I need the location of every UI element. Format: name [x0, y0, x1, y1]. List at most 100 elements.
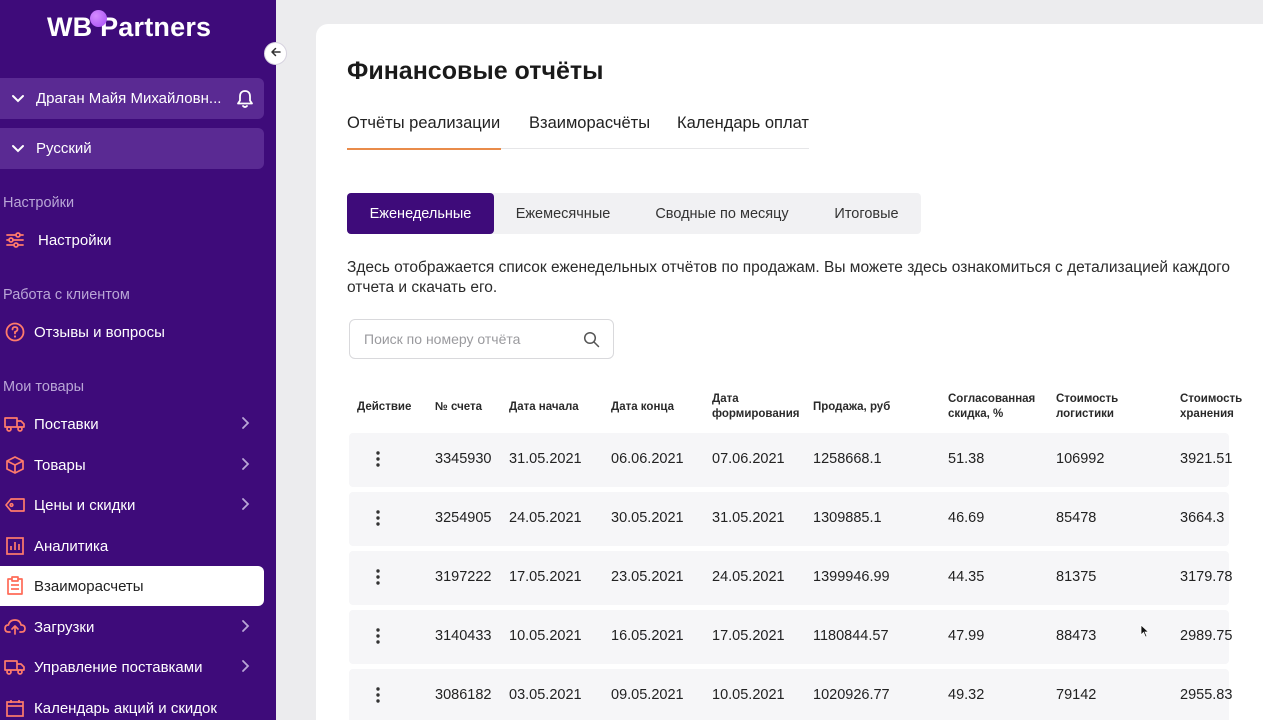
- search-input[interactable]: [350, 320, 580, 358]
- tab-settlements[interactable]: Взаиморасчёты: [529, 114, 650, 149]
- cell-start: 03.05.2021: [509, 687, 582, 703]
- sidebar-item-supplies[interactable]: Поставки: [0, 404, 264, 444]
- column-header: Стоимость логистики: [1056, 393, 1119, 420]
- cell-discount: 51.38: [948, 451, 985, 467]
- cell-created: 07.06.2021: [712, 451, 785, 467]
- table-header: Действие № счета Дата начала Дата конца …: [349, 392, 1249, 426]
- cloud-upload-icon: [4, 616, 26, 638]
- table-row[interactable]: 3345930 31.05.2021 06.06.2021 07.06.2021 125…: [349, 433, 1233, 487]
- chevron-right-icon: [241, 416, 250, 434]
- bar-chart-icon: [4, 535, 26, 557]
- kebab-menu-icon[interactable]: [373, 685, 383, 705]
- sidebar-item-prices[interactable]: Цены и скидки: [0, 485, 264, 525]
- language-selector[interactable]: Русский: [0, 128, 264, 169]
- table-row[interactable]: 3140433 10.05.2021 16.05.2021 17.05.2021 118…: [349, 610, 1232, 664]
- chevron-right-icon: [241, 619, 250, 637]
- cell-sales: 1180844.57: [813, 628, 889, 644]
- column-header: Продажа, руб: [813, 401, 891, 413]
- sidebar-item-label: Загрузки: [34, 618, 95, 636]
- sidebar-item-settlements[interactable]: Взаиморасчеты: [0, 566, 264, 606]
- sidebar-item-settings[interactable]: Настройки: [0, 220, 264, 260]
- question-circle-icon: [4, 321, 26, 343]
- chevron-right-icon: [241, 659, 250, 677]
- cell-discount: 44.35: [948, 569, 985, 585]
- brand-logo[interactable]: WB Partners: [47, 12, 211, 43]
- cell-invoice: 3345930: [435, 451, 492, 467]
- page-description: Здесь отображается список еженедельных о…: [347, 259, 1231, 296]
- kebab-menu-icon[interactable]: [373, 508, 383, 528]
- cell-end: 16.05.2021: [611, 628, 684, 644]
- cell-end: 30.05.2021: [611, 510, 684, 526]
- tab-payment-calendar[interactable]: Календарь оплат: [677, 114, 809, 149]
- truck-icon: [4, 413, 26, 435]
- cell-created: 17.05.2021: [712, 628, 785, 644]
- sidebar-item-supply-management[interactable]: Управление поставками: [0, 647, 264, 687]
- cell-storage: 2955.83: [1180, 687, 1233, 703]
- page-title: Финансовые отчёты: [347, 57, 604, 85]
- cell-start: 31.05.2021: [509, 451, 582, 467]
- collapse-sidebar-button[interactable]: [264, 42, 287, 65]
- box-icon: [4, 454, 26, 476]
- segment-weekly[interactable]: Еженедельные: [347, 193, 494, 234]
- cell-logistics: 85478: [1056, 510, 1097, 526]
- user-name: Драган Майя Михайловн...: [36, 90, 222, 107]
- chevron-down-icon: [8, 89, 28, 109]
- table-row[interactable]: 3254905 24.05.2021 30.05.2021 31.05.2021 130…: [349, 492, 1229, 546]
- cell-created: 31.05.2021: [712, 510, 785, 526]
- column-header: Дата формирования: [712, 393, 800, 420]
- chevron-right-icon: [241, 497, 250, 515]
- sidebar-item-promo-calendar[interactable]: Календарь акций и скидок: [0, 688, 264, 720]
- sidebar-item-label: Управление поставками: [34, 658, 203, 676]
- sidebar-item-analytics[interactable]: Аналитика: [0, 526, 264, 566]
- kebab-menu-icon[interactable]: [373, 449, 383, 469]
- kebab-menu-icon[interactable]: [373, 567, 383, 587]
- sidebar-item-label: Взаиморасчеты: [34, 577, 144, 595]
- cell-created: 10.05.2021: [712, 687, 785, 703]
- cell-storage: 3664.3: [1180, 510, 1225, 526]
- kebab-menu-icon[interactable]: [373, 626, 383, 646]
- cell-invoice: 3140433: [435, 628, 492, 644]
- column-header: Дата конца: [611, 401, 674, 413]
- tabs: Отчёты реализации Взаиморасчёты Календар…: [347, 114, 809, 150]
- column-header: Дата начала: [509, 401, 579, 413]
- column-header: Действие: [357, 401, 412, 413]
- cell-storage: 3179.78: [1180, 569, 1233, 585]
- cell-storage: 3921.51: [1180, 451, 1233, 467]
- section-label-settings: Настройки: [3, 195, 75, 211]
- cell-sales: 1258668.1: [813, 451, 882, 467]
- cell-sales: 1399946.99: [813, 569, 890, 585]
- cell-logistics: 79142: [1056, 687, 1097, 703]
- sidebar-item-uploads[interactable]: Загрузки: [0, 607, 264, 647]
- search-icon[interactable]: [583, 331, 600, 353]
- tab-sales-reports[interactable]: Отчёты реализации: [347, 114, 501, 150]
- cell-logistics: 106992: [1056, 451, 1105, 467]
- mouse-cursor-icon: [1140, 624, 1150, 643]
- cell-invoice: 3086182: [435, 687, 492, 703]
- sidebar-item-products[interactable]: Товары: [0, 445, 264, 485]
- cell-start: 24.05.2021: [509, 510, 582, 526]
- column-header: Стоимость хранения: [1180, 393, 1243, 420]
- cell-logistics: 88473: [1056, 628, 1097, 644]
- column-header: № счета: [435, 401, 483, 413]
- cell-discount: 46.69: [948, 510, 985, 526]
- chevron-down-icon: [8, 139, 28, 159]
- cell-end: 06.06.2021: [611, 451, 684, 467]
- period-segmented-control: Еженедельные Ежемесячные Сводные по меся…: [347, 193, 921, 234]
- bell-icon[interactable]: [234, 88, 256, 114]
- sidebar-item-reviews[interactable]: Отзывы и вопросы: [0, 312, 264, 352]
- chevron-right-icon: [241, 457, 250, 475]
- cell-discount: 47.99: [948, 628, 985, 644]
- sliders-icon: [4, 229, 26, 251]
- arrow-left-icon: [270, 45, 282, 63]
- cell-sales: 1020926.77: [813, 687, 890, 703]
- cell-end: 23.05.2021: [611, 569, 684, 585]
- segment-monthly-summary[interactable]: Сводные по месяцу: [632, 193, 812, 234]
- cell-start: 17.05.2021: [509, 569, 582, 585]
- table-row[interactable]: 3197222 17.05.2021 23.05.2021 24.05.2021 139…: [349, 551, 1233, 605]
- sidebar-item-label: Цены и скидки: [34, 496, 136, 514]
- cell-start: 10.05.2021: [509, 628, 582, 644]
- segment-monthly[interactable]: Ежемесячные: [494, 193, 632, 234]
- segment-totals[interactable]: Итоговые: [812, 193, 921, 234]
- user-menu[interactable]: Драган Майя Михайловн...: [0, 78, 264, 119]
- table-row[interactable]: 3086182 03.05.2021 09.05.2021 10.05.2021 102…: [349, 669, 1233, 720]
